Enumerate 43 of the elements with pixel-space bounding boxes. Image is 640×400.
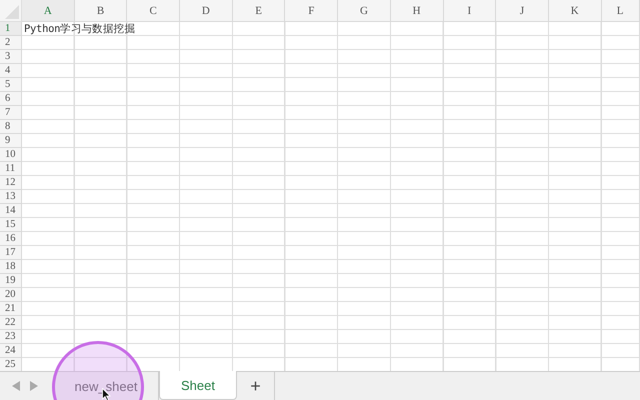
column-header[interactable]: E [232,0,286,22]
row-header[interactable]: 7 [0,106,22,120]
row-header[interactable]: 18 [0,260,22,274]
column-header[interactable]: B [74,0,128,22]
column-header[interactable]: C [127,0,180,22]
row-header[interactable]: 15 [0,218,22,232]
row-header[interactable]: 1 [0,22,22,36]
row-header[interactable]: 12 [0,176,22,190]
row-header[interactable]: 4 [0,64,22,78]
column-header[interactable]: G [338,0,391,22]
scroll-right-icon[interactable] [30,381,38,391]
column-header[interactable]: H [390,0,444,22]
column-header[interactable]: D [180,0,233,22]
row-header[interactable]: 5 [0,78,22,92]
row-header[interactable]: 20 [0,288,22,302]
scroll-left-icon[interactable] [12,381,20,391]
row-header[interactable]: 24 [0,344,22,358]
row-header[interactable]: 2 [0,36,22,50]
add-sheet-button[interactable]: + [237,372,275,400]
row-header[interactable]: 11 [0,162,22,176]
row-header[interactable]: 13 [0,190,22,204]
column-header[interactable]: F [285,0,338,22]
column-header[interactable]: L [602,0,640,22]
sheet-tab[interactable]: Sheet [159,371,237,400]
row-header[interactable]: 23 [0,330,22,344]
column-header[interactable]: J [496,0,549,22]
row-header[interactable]: 8 [0,120,22,134]
column-header[interactable]: K [548,0,602,22]
column-header[interactable]: A [22,0,75,22]
row-header[interactable]: 9 [0,134,22,148]
row-header[interactable]: 19 [0,274,22,288]
row-header[interactable]: 3 [0,50,22,64]
column-header[interactable]: I [444,0,496,22]
select-all-icon[interactable] [5,5,19,19]
row-header[interactable]: 17 [0,246,22,260]
row-header[interactable]: 16 [0,232,22,246]
row-header[interactable]: 25 [0,358,22,371]
row-header[interactable]: 22 [0,316,22,330]
row-header[interactable]: 14 [0,204,22,218]
row-header[interactable]: 10 [0,148,22,162]
row-header[interactable]: 21 [0,302,22,316]
cell-text: Python学习与数据挖掘 [24,22,136,36]
row-header[interactable]: 6 [0,92,22,106]
